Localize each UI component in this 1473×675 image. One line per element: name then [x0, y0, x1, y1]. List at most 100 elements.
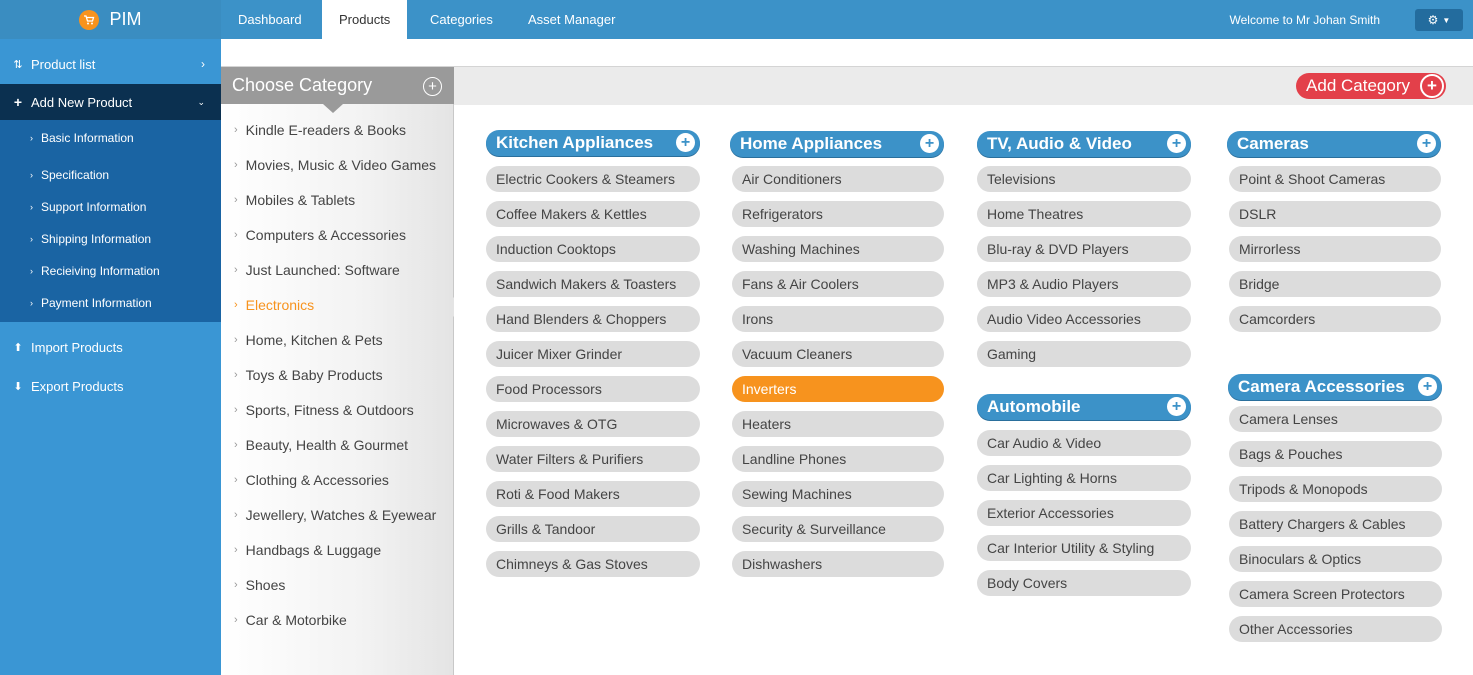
chevron-right-icon: › [234, 614, 238, 626]
sidebar-item-import-products[interactable]: ⬆ Import Products [0, 329, 221, 365]
subcategory-security-and-surveillance[interactable]: Security & Surveillance [732, 516, 944, 542]
welcome-text: Welcome to Mr Johan Smith [1229, 12, 1381, 27]
sidebar-item-product-list[interactable]: ⇅ Product list › [0, 45, 221, 83]
subcategory-dslr[interactable]: DSLR [1229, 201, 1441, 227]
subcategory-sandwich-makers-and-toasters[interactable]: Sandwich Makers & Toasters [486, 271, 700, 297]
group-header-automobile: Automobile + [977, 394, 1191, 420]
category-item-car-and-motorbike[interactable]: › Car & Motorbike [234, 612, 347, 628]
app-brand[interactable]: PIM [0, 0, 221, 39]
subcategory-electric-cookers-and-steamers[interactable]: Electric Cookers & Steamers [486, 166, 700, 192]
settings-button[interactable]: ⚙ ▼ [1415, 9, 1463, 31]
subcategory-inverters[interactable]: Inverters [732, 376, 944, 402]
subcategory-sewing-machines[interactable]: Sewing Machines [732, 481, 944, 507]
sidebar-subitem-shipping-information[interactable]: › Shipping Information [30, 232, 151, 246]
subcategory-roti-and-food-makers[interactable]: Roti & Food Makers [486, 481, 700, 507]
category-item-shoes[interactable]: › Shoes [234, 577, 285, 593]
sidebar-subitem-support-information[interactable]: › Support Information [30, 200, 146, 214]
category-item-jewellery-watches-and-eyewear[interactable]: › Jewellery, Watches & Eyewear [234, 507, 436, 523]
add-subcategory-icon[interactable]: + [1417, 134, 1436, 153]
subcategory-camcorders[interactable]: Camcorders [1229, 306, 1441, 332]
subcategory-induction-cooktops[interactable]: Induction Cooktops [486, 236, 700, 262]
subcategory-air-conditioners[interactable]: Air Conditioners [732, 166, 944, 192]
subcategory-bags-and-pouches[interactable]: Bags & Pouches [1229, 441, 1442, 467]
subcategory-coffee-makers-and-kettles[interactable]: Coffee Makers & Kettles [486, 201, 700, 227]
category-item-handbags-and-luggage[interactable]: › Handbags & Luggage [234, 542, 381, 558]
subcategory-dishwashers[interactable]: Dishwashers [732, 551, 944, 577]
tab-asset-manager[interactable]: Asset Manager [511, 0, 632, 39]
category-item-toys-and-baby-products[interactable]: › Toys & Baby Products [234, 367, 383, 383]
sidebar-subitem-basic-information[interactable]: › Basic Information [30, 131, 134, 145]
subcategory-hand-blenders-and-choppers[interactable]: Hand Blenders & Choppers [486, 306, 700, 332]
subcategory-exterior-accessories[interactable]: Exterior Accessories [977, 500, 1191, 526]
add-subcategory-icon[interactable]: + [1167, 134, 1186, 153]
subcategory-gaming[interactable]: Gaming [977, 341, 1191, 367]
subcategory-battery-chargers-and-cables[interactable]: Battery Chargers & Cables [1229, 511, 1442, 537]
subcategory-televisions[interactable]: Televisions [977, 166, 1191, 192]
group-title: Home Appliances [740, 134, 883, 153]
category-item-label: Computers & Accessories [245, 227, 406, 243]
category-item-clothing-and-accessories[interactable]: › Clothing & Accessories [234, 472, 389, 488]
content-strip [221, 39, 1473, 67]
subcategory-binoculars-and-optics[interactable]: Binoculars & Optics [1229, 546, 1442, 572]
tab-products[interactable]: Products [322, 0, 408, 39]
subcategory-fans-and-air-coolers[interactable]: Fans & Air Coolers [732, 271, 944, 297]
subcategory-grills-and-tandoor[interactable]: Grills & Tandoor [486, 516, 700, 542]
tab-dashboard[interactable]: Dashboard [221, 0, 319, 39]
subcategory-mirrorless[interactable]: Mirrorless [1229, 236, 1441, 262]
chevron-right-icon: › [234, 544, 238, 556]
subcategory-irons[interactable]: Irons [732, 306, 944, 332]
sidebar: ⇅ Product list › + Add New Product ⌄ › Ba… [0, 39, 221, 675]
sidebar-item-export-products[interactable]: ⬇ Export Products [0, 368, 221, 404]
subcategory-blu-ray-and-dvd-players[interactable]: Blu-ray & DVD Players [977, 236, 1191, 262]
add-category-icon[interactable]: + [423, 77, 442, 96]
subcategory-body-covers[interactable]: Body Covers [977, 570, 1191, 596]
subcategory-other-accessories[interactable]: Other Accessories [1229, 616, 1442, 642]
category-item-mobiles-and-tablets[interactable]: › Mobiles & Tablets [234, 192, 355, 208]
category-item-beauty-health-and-gourmet[interactable]: › Beauty, Health & Gourmet [234, 437, 408, 453]
subcategory-car-audio-and-video[interactable]: Car Audio & Video [977, 430, 1191, 456]
subcategory-camera-lenses[interactable]: Camera Lenses [1229, 406, 1442, 432]
subcategory-refrigerators[interactable]: Refrigerators [732, 201, 944, 227]
subcategory-food-processors[interactable]: Food Processors [486, 376, 700, 402]
category-item-just-launched-software[interactable]: › Just Launched: Software [234, 262, 400, 278]
subcategory-audio-video-accessories[interactable]: Audio Video Accessories [977, 306, 1191, 332]
import-icon: ⬆ [13, 341, 23, 354]
category-item-label: Toys & Baby Products [245, 367, 383, 383]
subcategory-landline-phones[interactable]: Landline Phones [732, 446, 944, 472]
subcategory-home-theatres[interactable]: Home Theatres [977, 201, 1191, 227]
chevron-right-icon: › [234, 334, 238, 346]
category-item-sports-fitness-and-outdoors[interactable]: › Sports, Fitness & Outdoors [234, 402, 414, 418]
add-subcategory-icon[interactable]: + [920, 134, 939, 153]
category-item-computers-and-accessories[interactable]: › Computers & Accessories [234, 227, 406, 243]
add-subcategory-icon[interactable]: + [676, 133, 695, 152]
category-item-home-kitchen-and-pets[interactable]: › Home, Kitchen & Pets [234, 332, 383, 348]
chevron-right-icon: › [234, 124, 238, 136]
subcategory-water-filters-and-purifiers[interactable]: Water Filters & Purifiers [486, 446, 700, 472]
sidebar-subitem-specification[interactable]: › Specification [30, 168, 109, 182]
add-subcategory-icon[interactable]: + [1418, 377, 1437, 396]
subcategory-point-and-shoot-cameras[interactable]: Point & Shoot Cameras [1229, 166, 1441, 192]
subcategory-microwaves-and-otg[interactable]: Microwaves & OTG [486, 411, 700, 437]
subcategory-bridge[interactable]: Bridge [1229, 271, 1441, 297]
sidebar-subitem-receiving-information[interactable]: › Recieiving Information [30, 264, 160, 278]
subcategory-mp3-and-audio-players[interactable]: MP3 & Audio Players [977, 271, 1191, 297]
subcategory-washing-machines[interactable]: Washing Machines [732, 236, 944, 262]
sidebar-subitem-payment-information[interactable]: › Payment Information [30, 296, 152, 310]
add-category-button[interactable]: Add Category + [1296, 73, 1446, 99]
chevron-right-icon: › [234, 369, 238, 381]
category-item-electronics[interactable]: › Electronics [234, 297, 314, 313]
subcategory-vacuum-cleaners[interactable]: Vacuum Cleaners [732, 341, 944, 367]
tab-categories[interactable]: Categories [413, 0, 510, 39]
category-item-kindle-e-readers-and-books[interactable]: › Kindle E-readers & Books [234, 122, 406, 138]
subcategory-car-lighting-and-horns[interactable]: Car Lighting & Horns [977, 465, 1191, 491]
add-subcategory-icon[interactable]: + [1167, 397, 1186, 416]
subcategory-heaters[interactable]: Heaters [732, 411, 944, 437]
subcategory-car-interior-utility-and-styling[interactable]: Car Interior Utility & Styling [977, 535, 1191, 561]
subcategory-tripods-and-monopods[interactable]: Tripods & Monopods [1229, 476, 1442, 502]
subcategory-chimneys-and-gas-stoves[interactable]: Chimneys & Gas Stoves [486, 551, 700, 577]
app-name: PIM [109, 9, 142, 29]
subcategory-camera-screen-protectors[interactable]: Camera Screen Protectors [1229, 581, 1442, 607]
sidebar-item-add-new-product[interactable]: + Add New Product ⌄ [0, 84, 221, 120]
category-item-movies-music-and-video-games[interactable]: › Movies, Music & Video Games [234, 157, 436, 173]
subcategory-juicer-mixer-grinder[interactable]: Juicer Mixer Grinder [486, 341, 700, 367]
